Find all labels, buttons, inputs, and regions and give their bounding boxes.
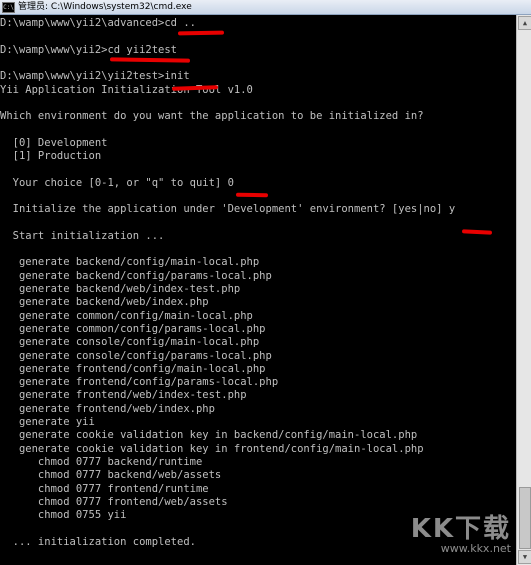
console-line: generate frontend/config/params-local.ph…: [0, 376, 279, 389]
console-line: generate backend/web/index.php: [0, 296, 209, 309]
scroll-down-arrow[interactable]: ▼: [518, 550, 531, 564]
console-line: generate backend/web/index-test.php: [0, 283, 241, 295]
title-prefix: 管理员:: [18, 2, 49, 12]
annotation-underline-choice: [235, 192, 269, 198]
console-line: D:\wamp\www\yii2>cd yii2test: [0, 43, 178, 56]
console-line: generate console/config/params-local.php: [0, 349, 272, 362]
triangle-up-icon: ▲: [522, 19, 528, 27]
console-line: Your choice [0-1, or "q" to quit] 0: [0, 176, 234, 189]
console-line: generate common/config/params-local.php: [0, 322, 266, 335]
window-title: 管理员: C:\Windows\system32\cmd.exe: [18, 0, 192, 14]
watermark: KK下载 www.kkx.net: [411, 515, 511, 555]
cmd-icon: C:\: [2, 1, 15, 13]
console-line: D:\wamp\www\yii2\yii2test>init: [0, 70, 190, 83]
console-line: generate yii: [0, 416, 95, 428]
console-line: generate frontend/config/main-local.php: [0, 362, 266, 375]
console-line: [1] Production: [0, 150, 102, 162]
console-line: generate frontend/web/index.php: [0, 402, 215, 415]
console-line: generate backend/config/main-local.php: [0, 256, 260, 269]
vertical-scrollbar[interactable]: ▲ ▼: [516, 15, 531, 565]
title-path: C:\Windows\system32\cmd.exe: [50, 2, 192, 12]
title-bar[interactable]: C:\ 管理员: C:\Windows\system32\cmd.exe: [0, 0, 531, 15]
scroll-thumb[interactable]: [519, 487, 531, 549]
console-line: [0] Development: [0, 136, 108, 149]
watermark-url: www.kkx.net: [440, 542, 511, 555]
console-line: chmod 0777 frontend/runtime: [0, 482, 209, 495]
console-line: Initialize the application under 'Develo…: [0, 203, 456, 216]
console-line: Which environment do you want the applic…: [0, 110, 424, 123]
cmd-window: C:\ 管理员: C:\Windows\system32\cmd.exe D:\…: [0, 0, 531, 565]
console-line: ... initialization completed.: [0, 535, 196, 548]
console-line: Start initialization ...: [0, 229, 165, 242]
console-line: D:\wamp\www\yii2\advanced>cd ..: [0, 17, 196, 29]
console-line: generate cookie validation key in fronte…: [0, 442, 424, 455]
watermark-logo: KK下载: [410, 514, 511, 544]
console-line: generate frontend/web/index-test.php: [0, 389, 247, 402]
triangle-down-icon: ▼: [522, 553, 528, 561]
console-line: chmod 0755 yii: [0, 509, 127, 522]
scroll-up-arrow[interactable]: ▲: [518, 16, 531, 30]
annotation-underline-cd-up: [177, 30, 225, 36]
console-line: generate console/config/main-local.php: [0, 336, 260, 349]
console-line: generate common/config/main-local.php: [0, 309, 253, 322]
console-line: generate cookie validation key in backen…: [0, 429, 418, 442]
console-line: chmod 0777 backend/runtime: [0, 455, 203, 468]
console-line: chmod 0777 backend/web/assets: [0, 469, 222, 482]
console-output[interactable]: D:\wamp\www\yii2\advanced>cd .. D:\wamp\w…: [0, 15, 531, 565]
console-line: generate backend/config/params-local.php: [0, 269, 272, 282]
console-line: chmod 0777 frontend/web/assets: [0, 495, 228, 508]
